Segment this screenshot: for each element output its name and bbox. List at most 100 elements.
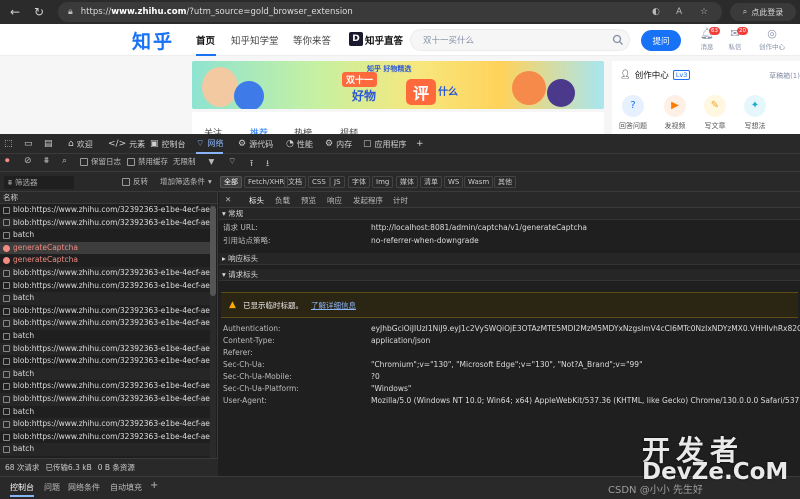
type-filter-chip[interactable]: 全部	[220, 176, 242, 188]
favorite-icon[interactable]: ☆	[700, 7, 708, 17]
back-icon[interactable]: ←	[6, 3, 24, 21]
learn-more-link[interactable]: 了解详细信息	[311, 300, 356, 311]
invert-checkbox[interactable]: 反转	[122, 176, 148, 187]
detail-tab-timing[interactable]: 计时	[393, 195, 408, 206]
section-general[interactable]: ▾ 常规	[219, 208, 800, 220]
detail-tab-payload[interactable]: 负载	[275, 195, 290, 206]
tab-application[interactable]: ▢ 应用程序	[363, 134, 407, 154]
table-row[interactable]: blob:https://www.zhihu.com/32392363-e1be…	[0, 305, 210, 318]
tab-video[interactable]: 视频	[340, 126, 358, 134]
table-row[interactable]: blob:https://www.zhihu.com/32392363-e1be…	[0, 342, 210, 356]
tab-welcome[interactable]: ⌂ 欢迎	[68, 134, 93, 154]
creator-center-button[interactable]: ◎ 创作中心	[754, 27, 790, 55]
address-bar[interactable]: 🔒︎ https://www.zhihu.com/?utm_source=gol…	[58, 2, 722, 22]
type-filter-chip[interactable]: Wasm	[464, 176, 494, 188]
filter-icon[interactable]: ⩩	[44, 156, 49, 166]
answer-question-button[interactable]: ? 回答问题	[618, 95, 648, 131]
section-response-headers[interactable]: ▸ 响应标头	[219, 253, 800, 265]
search-icon[interactable]	[612, 34, 624, 46]
tab-memory[interactable]: ⚙ 内存	[325, 134, 352, 154]
nav-waiting[interactable]: 等你来答	[293, 33, 331, 47]
drafts-link[interactable]: 草稿箱(1)	[769, 71, 800, 81]
inspect-icon[interactable]: ⬚	[4, 134, 13, 154]
tab-follow[interactable]: 关注	[204, 126, 222, 134]
promo-banner[interactable]: 知乎 好物精选 双十一 好物 评 什么	[192, 61, 604, 109]
table-row[interactable]: generateCaptcha	[0, 241, 210, 255]
detail-tab-response[interactable]: 响应	[327, 195, 342, 206]
preserve-log-checkbox[interactable]: 保留日志	[80, 156, 121, 167]
detail-tab-preview[interactable]: 预览	[301, 195, 316, 206]
table-row[interactable]: blob:https://www.zhihu.com/32392363-e1be…	[0, 317, 210, 330]
table-row[interactable]: batch	[0, 443, 210, 456]
section-request-headers[interactable]: ▾ 请求标头	[219, 269, 800, 281]
type-filter-chip[interactable]: 清单	[420, 176, 442, 188]
type-filter-chip[interactable]: 其他	[494, 176, 516, 188]
zhihu-logo[interactable]: 知乎	[132, 27, 174, 54]
type-filter-chip[interactable]: Img	[372, 176, 394, 188]
device-toggle-icon[interactable]: ▭	[24, 134, 33, 154]
nav-school[interactable]: 知乎知学堂	[231, 33, 279, 47]
type-filter-chip[interactable]: 媒体	[396, 176, 418, 188]
table-row[interactable]: generateCaptcha	[0, 254, 210, 267]
tab-network[interactable]: ⌔ 网络	[196, 134, 224, 154]
column-header-name[interactable]: 名称	[0, 192, 217, 204]
table-row[interactable]: blob:https://www.zhihu.com/32392363-e1be…	[0, 204, 210, 217]
filter-input[interactable]: ⩩ 筛选器	[4, 176, 74, 189]
network-conditions-icon[interactable]: ⌔	[228, 156, 236, 167]
table-row[interactable]: blob:https://www.zhihu.com/32392363-e1be…	[0, 380, 210, 393]
ask-button[interactable]: 提问	[641, 30, 681, 51]
tab-recommend[interactable]: 推荐	[250, 126, 268, 134]
add-drawer-tab-icon[interactable]: +	[150, 480, 158, 491]
table-row[interactable]: blob:https://www.zhihu.com/32392363-e1be…	[0, 431, 210, 444]
table-row[interactable]: batch	[0, 229, 210, 242]
drawer-tab-console[interactable]: 控制台	[10, 482, 34, 497]
tab-performance[interactable]: ◔ 性能	[286, 134, 313, 154]
disable-cache-checkbox[interactable]: 禁用缓存	[127, 156, 168, 167]
table-row[interactable]: batch	[0, 406, 210, 419]
type-filter-chip[interactable]: 文档	[284, 176, 306, 188]
clear-icon[interactable]: ⊘	[24, 156, 32, 166]
table-row[interactable]: batch	[0, 330, 210, 343]
table-row[interactable]: batch	[0, 367, 210, 381]
scrollbar-thumb[interactable]	[210, 206, 216, 296]
export-icon[interactable]: ⭳	[266, 156, 269, 172]
sidebar-toggle-icon[interactable]: ▤	[44, 134, 53, 154]
private-messages-button[interactable]: ✉︎ 20 私信	[718, 27, 752, 55]
record-icon[interactable]: ⏺	[5, 156, 10, 166]
type-filter-chip[interactable]: CSS	[308, 176, 330, 188]
type-filter-chip[interactable]: WS	[444, 176, 464, 188]
refresh-icon[interactable]: ↻	[30, 3, 48, 21]
type-filter-chip[interactable]: Fetch/XHR	[244, 176, 289, 188]
tab-console[interactable]: ▣ 控制台	[150, 134, 186, 154]
extension-icon[interactable]: ◐	[652, 7, 660, 17]
add-tab-icon[interactable]: +	[416, 134, 424, 154]
throttle-select[interactable]: 无限制 ▼	[173, 156, 214, 167]
login-button[interactable]: ⌕ 点此登录	[730, 3, 796, 21]
write-article-button[interactable]: ✎ 写文章	[700, 95, 730, 131]
tab-sources[interactable]: ⚙ 源代码	[238, 134, 273, 154]
tab-elements[interactable]: </> 元素	[108, 134, 145, 154]
tab-hot[interactable]: 热榜	[294, 126, 312, 134]
write-idea-button[interactable]: ✦ 写想法	[740, 95, 770, 131]
type-filter-chip[interactable]: JS	[330, 176, 345, 188]
drawer-tab-autofill[interactable]: 自动填充	[110, 482, 142, 493]
search-icon[interactable]: ⌕	[62, 156, 67, 166]
read-aloud-icon[interactable]: A	[676, 7, 682, 17]
table-row[interactable]: blob:https://www.zhihu.com/32392363-e1be…	[0, 355, 210, 368]
drawer-tab-network-conditions[interactable]: 网络条件	[68, 482, 100, 493]
close-icon[interactable]: ✕	[225, 195, 231, 204]
table-row[interactable]: blob:https://www.zhihu.com/32392363-e1be…	[0, 280, 210, 293]
table-row[interactable]: blob:https://www.zhihu.com/32392363-e1be…	[0, 393, 210, 406]
more-filters-dropdown[interactable]: 增加筛选条件 ▾	[160, 176, 212, 187]
drawer-tab-issues[interactable]: 问题	[44, 482, 60, 493]
nav-home[interactable]: 首页	[196, 33, 215, 47]
type-filter-chip[interactable]: 字体	[348, 176, 370, 188]
detail-tab-initiator[interactable]: 发起程序	[353, 195, 383, 206]
table-row[interactable]: batch	[0, 292, 210, 305]
nav-zhida[interactable]: 知乎直答	[365, 33, 403, 47]
table-row[interactable]: blob:https://www.zhihu.com/32392363-e1be…	[0, 418, 210, 431]
search-input[interactable]: 双十一买什么	[410, 29, 630, 51]
table-row[interactable]: blob:https://www.zhihu.com/32392363-e1be…	[0, 216, 210, 230]
post-video-button[interactable]: ▶ 发视频	[660, 95, 690, 131]
table-row[interactable]: blob:https://www.zhihu.com/32392363-e1be…	[0, 267, 210, 280]
